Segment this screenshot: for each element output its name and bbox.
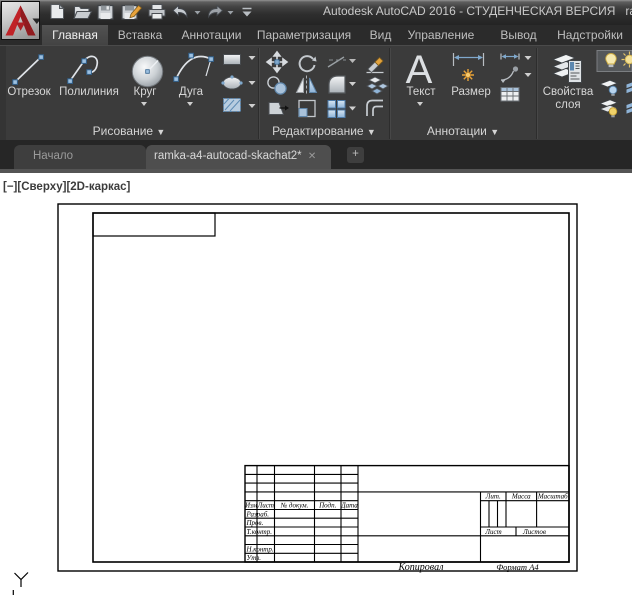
- svg-text:Разраб.: Разраб.: [246, 510, 270, 518]
- svg-text:Подп.: Подп.: [318, 502, 337, 510]
- svg-text:Т.контр.: Т.контр.: [247, 528, 273, 536]
- svg-text:Н.контр.: Н.контр.: [246, 546, 274, 554]
- svg-text:Листов: Листов: [522, 528, 546, 536]
- svg-text:№ докум.: № докум.: [280, 502, 309, 510]
- svg-text:Формат А4: Формат А4: [496, 562, 539, 572]
- svg-text:Масса: Масса: [511, 493, 531, 501]
- svg-text:Пров.: Пров.: [246, 519, 264, 527]
- svg-text:Дата: Дата: [340, 502, 358, 510]
- svg-text:Масштаб: Масштаб: [537, 493, 568, 501]
- svg-text:Утв.: Утв.: [247, 554, 262, 562]
- svg-text:Изм: Изм: [244, 502, 258, 510]
- svg-text:Лист: Лист: [484, 528, 501, 536]
- svg-text:Лит.: Лит.: [485, 493, 501, 501]
- svg-text:Копировал: Копировал: [398, 562, 445, 573]
- svg-text:Лист: Лист: [256, 502, 273, 510]
